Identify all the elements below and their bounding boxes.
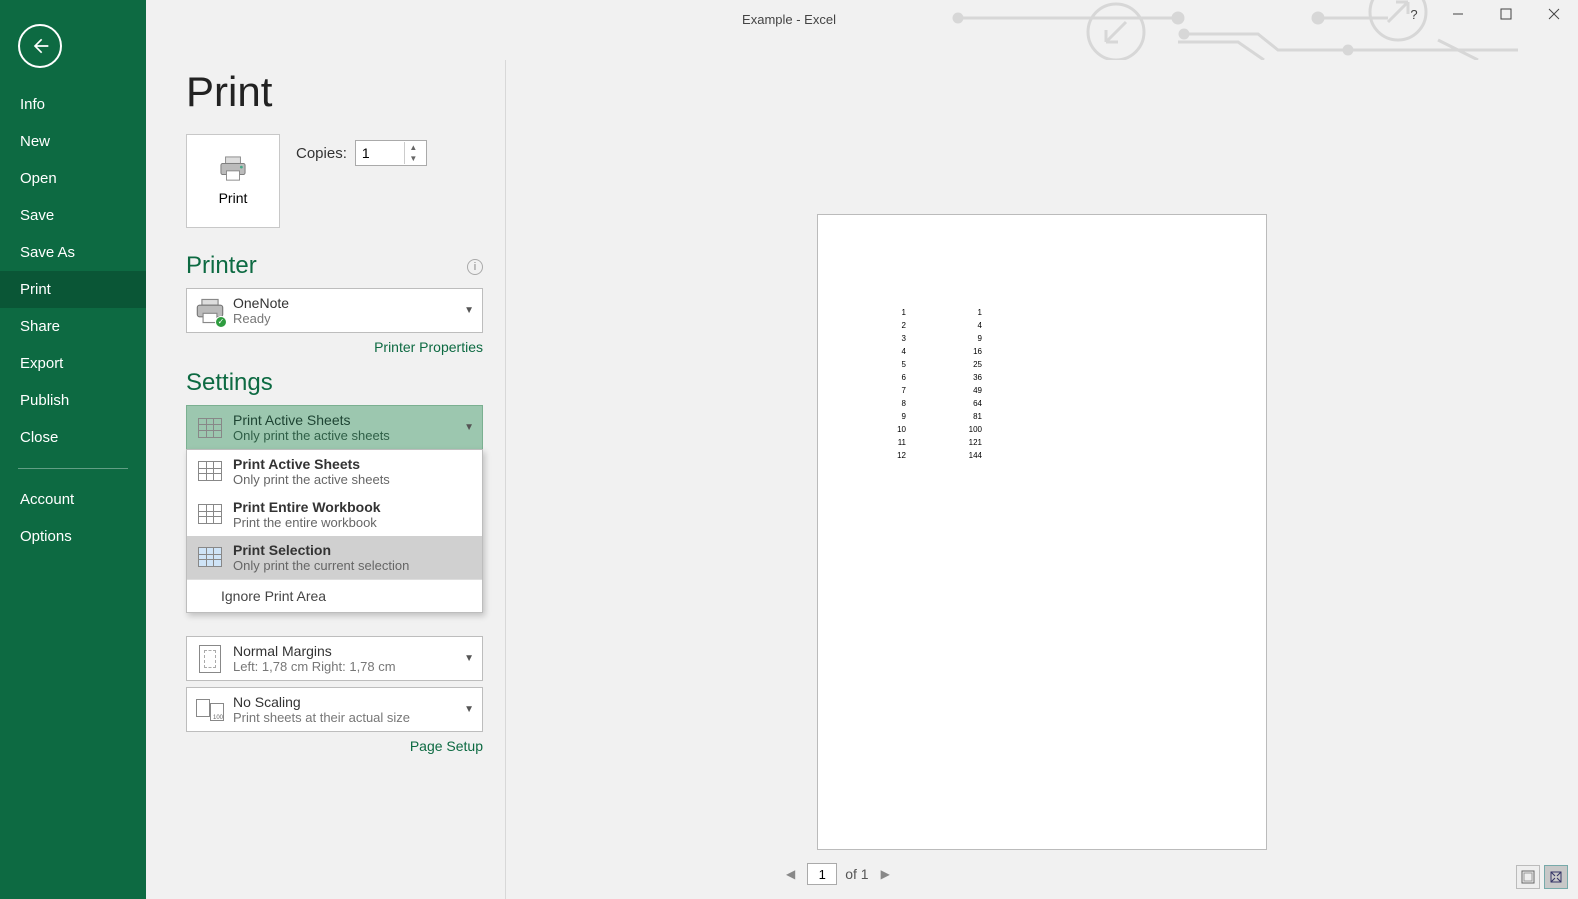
page-pager: ◀ of 1 ▶ [782,863,894,885]
scaling-dropdown[interactable]: 100 No Scaling Print sheets at their act… [186,687,483,732]
scaling-title: No Scaling [233,694,464,710]
sidebar-item-share[interactable]: Share [0,308,146,345]
printer-section-title: Printer [186,252,257,280]
close-button[interactable] [1530,0,1578,28]
margins-desc: Left: 1,78 cm Right: 1,78 cm [233,659,464,674]
printer-info-icon[interactable]: i [467,259,483,275]
sidebar-item-publish[interactable]: Publish [0,382,146,419]
copies-down[interactable]: ▼ [405,153,422,164]
maximize-button[interactable] [1482,0,1530,28]
sheets-icon [195,499,225,529]
print-what-title: Print Active Sheets [233,412,464,428]
print-what-dropdown[interactable]: Print Active Sheets Only print the activ… [186,405,483,450]
margins-icon [195,644,225,674]
sidebar-item-options[interactable]: Options [0,518,146,555]
print-what-menu: Print Active SheetsOnly print the active… [186,449,483,613]
copies-spinner[interactable]: ▲ ▼ [355,140,427,166]
prev-page-button[interactable]: ◀ [782,865,799,883]
printer-name: OneNote [233,295,464,311]
zoom-to-page-button[interactable] [1544,865,1568,889]
copies-label: Copies: [296,145,347,162]
chevron-down-icon: ▼ [464,422,474,433]
settings-column: Print Print Copies: [146,60,506,899]
sidebar-item-account[interactable]: Account [0,481,146,518]
current-page-input[interactable] [807,863,837,885]
printer-device-icon [195,296,225,326]
scaling-icon: 100 [195,695,225,725]
sidebar-item-save-as[interactable]: Save As [0,234,146,271]
ignore-print-area-option[interactable]: Ignore Print Area [187,580,482,612]
chevron-down-icon: ▼ [464,653,474,664]
back-button[interactable] [18,24,62,68]
page-of-label: of 1 [845,866,868,882]
page-title: Print [186,68,483,116]
window-title: Example - Excel [742,12,836,27]
printer-ready-icon [215,316,227,328]
sheets-icon [195,542,225,572]
printer-status: Ready [233,311,464,326]
sidebar-item-close[interactable]: Close [0,419,146,456]
copies-up[interactable]: ▲ [405,142,422,153]
copies-input[interactable] [356,145,404,161]
page-preview: 112439416525636749864981101001112112144 [817,214,1267,850]
chevron-down-icon: ▼ [464,305,474,316]
sidebar-item-save[interactable]: Save [0,197,146,234]
print-button[interactable]: Print [186,134,280,228]
page-setup-link[interactable]: Page Setup [186,738,483,754]
preview-content: 112439416525636749864981101001112112144 [886,305,984,463]
help-button[interactable]: ? [1394,0,1434,28]
print-what-option-2[interactable]: Print SelectionOnly print the current se… [187,536,482,579]
sidebar-divider [18,468,128,469]
margins-title: Normal Margins [233,643,464,659]
backstage-sidebar: InfoNewOpenSaveSave AsPrintShareExportPu… [0,0,146,899]
chevron-down-icon: ▼ [464,704,474,715]
printer-properties-link[interactable]: Printer Properties [186,339,483,355]
print-preview-pane: 112439416525636749864981101001112112144 … [506,60,1578,899]
scaling-desc: Print sheets at their actual size [233,710,464,725]
print-button-label: Print [219,190,248,206]
main-area: Print Print Copies: [146,0,1578,899]
sidebar-item-export[interactable]: Export [0,345,146,382]
sidebar-item-info[interactable]: Info [0,86,146,123]
margins-dropdown[interactable]: Normal Margins Left: 1,78 cm Right: 1,78… [186,636,483,681]
sidebar-item-new[interactable]: New [0,123,146,160]
sidebar-item-print[interactable]: Print [0,271,146,308]
settings-section-title: Settings [186,369,483,397]
print-what-option-0[interactable]: Print Active SheetsOnly print the active… [187,450,482,493]
title-bar: Example - Excel [0,0,1578,60]
print-what-option-1[interactable]: Print Entire WorkbookPrint the entire wo… [187,493,482,536]
printer-icon [218,156,248,182]
sheets-icon [195,456,225,486]
print-what-desc: Only print the active sheets [233,428,464,443]
show-margins-button[interactable] [1516,865,1540,889]
printer-dropdown[interactable]: OneNote Ready ▼ [186,288,483,333]
sheets-icon [195,413,225,443]
sidebar-item-open[interactable]: Open [0,160,146,197]
minimize-button[interactable] [1434,0,1482,28]
next-page-button[interactable]: ▶ [877,865,894,883]
